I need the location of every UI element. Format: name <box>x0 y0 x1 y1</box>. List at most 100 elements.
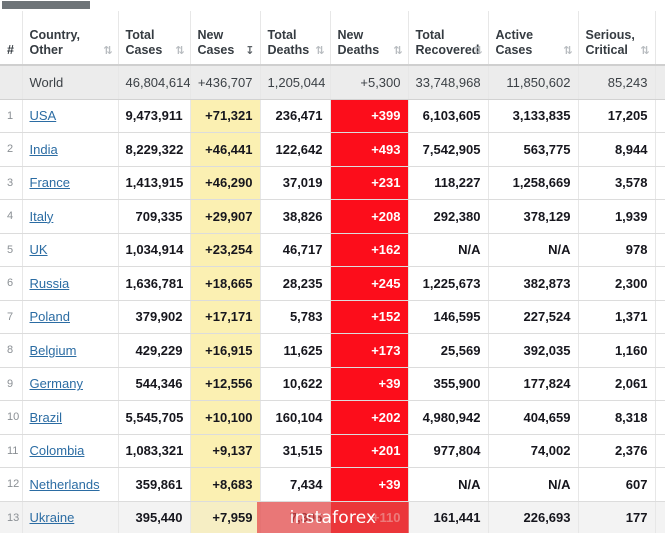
country-link[interactable]: Ukraine <box>30 510 75 525</box>
total-deaths-cell: 236,471 <box>260 99 331 133</box>
column-header-new-cases[interactable]: New Cases ↧ <box>190 11 261 66</box>
row-number: 10 <box>0 400 23 435</box>
table-row: 3 France 1,413,915 +46,290 37,019 +231 118,227… <box>0 166 665 200</box>
total-cases-cell: 544,346 <box>118 367 191 401</box>
sort-both-icon[interactable]: ⇅ <box>563 45 572 56</box>
new-cases-cell: +23,254 <box>190 233 261 267</box>
country-link[interactable]: Germany <box>30 376 83 391</box>
country-cell: Ukraine <box>22 501 119 533</box>
country-cell: France <box>22 166 119 200</box>
country-cell: Poland <box>22 300 119 334</box>
new-deaths-cell: +245 <box>330 266 409 301</box>
table-row: 5 UK 1,034,914 +23,254 46,717 +162 N/A N/A 978 <box>0 233 665 267</box>
sort-both-icon[interactable]: ⇅ <box>393 45 402 56</box>
column-header-country-line1: Country, <box>29 28 80 42</box>
truncated-cell <box>655 233 665 267</box>
total-recovered-cell: 292,380 <box>408 199 489 234</box>
row-number: 12 <box>0 467 23 502</box>
active-cases-cell: 1,258,669 <box>488 166 579 200</box>
column-header-total-deaths[interactable]: Total Deaths ⇅ <box>260 11 331 66</box>
active-cases-cell: 563,775 <box>488 132 579 167</box>
total-cases-cell: 1,083,321 <box>118 434 191 468</box>
sort-both-icon[interactable]: ⇅ <box>473 45 482 56</box>
new-cases-cell: +16,915 <box>190 333 261 368</box>
row-number: 4 <box>0 199 23 234</box>
column-header-number[interactable]: # <box>0 11 23 66</box>
column-header-total-recovered[interactable]: Total Recovered ⇅ <box>408 11 489 66</box>
total-cases-cell: 1,034,914 <box>118 233 191 267</box>
total-deaths-cell: 38,826 <box>260 199 331 234</box>
country-cell: Germany <box>22 367 119 401</box>
total-deaths-cell: 7,306 <box>260 501 331 533</box>
total-recovered-cell: 25,569 <box>408 333 489 368</box>
serious-critical-cell: 2,300 <box>578 266 656 301</box>
column-header-truncated[interactable]: ⇅ <box>655 11 665 66</box>
table-row: 7 Poland 379,902 +17,171 5,783 +152 146,595 227… <box>0 300 665 334</box>
country-link[interactable]: Belgium <box>30 343 77 358</box>
sort-descending-icon[interactable]: ↧ <box>245 45 254 56</box>
covid-stats-table-page: # Country, Other ⇅ Total Cases ⇅ New Cas… <box>0 0 665 533</box>
row-number: 1 <box>0 99 23 133</box>
country-link[interactable]: Brazil <box>30 410 63 425</box>
country-link[interactable]: UK <box>30 242 48 257</box>
table-row: 6 Russia 1,636,781 +18,665 28,235 +245 1,225,6… <box>0 266 665 301</box>
column-header-serious-critical-line1: Serious, <box>585 28 635 42</box>
sort-both-icon[interactable]: ⇅ <box>640 45 649 56</box>
row-number: 2 <box>0 132 23 167</box>
table-row: 4 Italy 709,335 +29,907 38,826 +208 292,380 378… <box>0 199 665 234</box>
truncated-cell <box>655 400 665 435</box>
world-serious-critical: 85,243 <box>578 65 656 100</box>
active-cases-cell: N/A <box>488 233 579 267</box>
column-header-total-cases-line1: Total <box>125 28 155 42</box>
serious-critical-cell: 3,578 <box>578 166 656 200</box>
total-cases-cell: 709,335 <box>118 199 191 234</box>
sort-both-icon[interactable]: ⇅ <box>103 45 112 56</box>
column-header-total-deaths-line2: Deaths <box>267 43 310 57</box>
world-total-deaths: 1,205,044 <box>260 65 331 100</box>
new-deaths-cell: +39 <box>330 467 409 502</box>
total-deaths-cell: 122,642 <box>260 132 331 167</box>
country-link[interactable]: Netherlands <box>30 477 100 492</box>
new-cases-cell: +8,683 <box>190 467 261 502</box>
new-deaths-cell: +202 <box>330 400 409 435</box>
horizontal-scrollbar-thumb[interactable] <box>2 1 90 9</box>
country-link[interactable]: Italy <box>30 209 54 224</box>
table-row: 10 Brazil 5,545,705 +10,100 160,104 +202 4,980… <box>0 400 665 435</box>
row-number: 13 <box>0 501 23 533</box>
country-link[interactable]: France <box>30 175 70 190</box>
country-cell: UK <box>22 233 119 267</box>
row-number: 5 <box>0 233 23 267</box>
sort-both-icon[interactable]: ⇅ <box>315 45 324 56</box>
table-row: 1 USA 9,473,911 +71,321 236,471 +399 6,103,605… <box>0 99 665 133</box>
column-header-country[interactable]: Country, Other ⇅ <box>22 11 119 66</box>
new-cases-cell: +12,556 <box>190 367 261 401</box>
new-cases-cell: +9,137 <box>190 434 261 468</box>
new-deaths-cell: +110 <box>330 501 409 533</box>
column-header-total-cases[interactable]: Total Cases ⇅ <box>118 11 191 66</box>
country-link[interactable]: USA <box>30 108 57 123</box>
total-recovered-cell: 118,227 <box>408 166 489 200</box>
new-deaths-cell: +152 <box>330 300 409 334</box>
sort-both-icon[interactable]: ⇅ <box>175 45 184 56</box>
table-header: # Country, Other ⇅ Total Cases ⇅ New Cas… <box>0 11 665 66</box>
column-header-total-deaths-line1: Total <box>267 28 297 42</box>
country-cell: Brazil <box>22 400 119 435</box>
row-number: 7 <box>0 300 23 334</box>
total-deaths-cell: 7,434 <box>260 467 331 502</box>
country-link[interactable]: India <box>30 142 58 157</box>
total-recovered-cell: 355,900 <box>408 367 489 401</box>
total-recovered-cell: 146,595 <box>408 300 489 334</box>
world-summary-row: World 46,804,614 +436,707 1,205,044 +5,300 33… <box>0 65 665 100</box>
serious-critical-cell: 1,371 <box>578 300 656 334</box>
column-header-active-cases[interactable]: Active Cases ⇅ <box>488 11 579 66</box>
active-cases-cell: N/A <box>488 467 579 502</box>
column-header-serious-critical[interactable]: Serious, Critical ⇅ <box>578 11 656 66</box>
country-link[interactable]: Russia <box>30 276 70 291</box>
total-deaths-cell: 31,515 <box>260 434 331 468</box>
serious-critical-cell: 8,944 <box>578 132 656 167</box>
column-header-new-deaths[interactable]: New Deaths ⇅ <box>330 11 409 66</box>
country-link[interactable]: Colombia <box>30 443 85 458</box>
country-link[interactable]: Poland <box>30 309 70 324</box>
serious-critical-cell: 1,160 <box>578 333 656 368</box>
country-cell: India <box>22 132 119 167</box>
